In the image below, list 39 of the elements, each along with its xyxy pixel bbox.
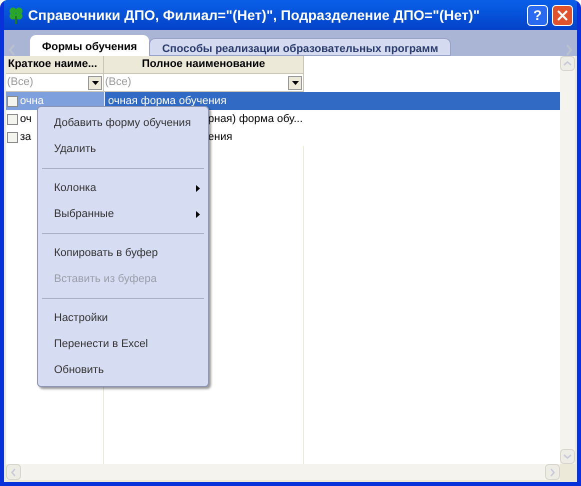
right-chevron-icon bbox=[550, 468, 555, 476]
table-cell-text: очная форма обучения bbox=[108, 94, 227, 109]
close-button[interactable] bbox=[552, 4, 573, 26]
scroll-up-button[interactable] bbox=[560, 56, 575, 71]
scroll-right-button[interactable] bbox=[545, 464, 560, 480]
table-cell-text: оч bbox=[20, 112, 32, 127]
table-cell-text: очна bbox=[20, 94, 44, 109]
vertical-scrollbar[interactable] bbox=[560, 56, 575, 464]
horizontal-scrollbar[interactable] bbox=[6, 464, 560, 480]
table-cell-text: за bbox=[20, 130, 32, 145]
menu-item[interactable]: Колонка bbox=[40, 175, 206, 201]
table-cell-text: ения bbox=[208, 130, 232, 145]
tab[interactable]: Формы обучения bbox=[30, 35, 150, 56]
dropdown-arrow-icon bbox=[292, 80, 298, 84]
window-title: Справочники ДПО, Филиал="(Нет)", Подразделение ДПО="(Нет)" bbox=[28, 6, 481, 25]
menu-item[interactable]: Перенести в Excel bbox=[40, 331, 206, 357]
menu-item[interactable]: Добавить форму обучения bbox=[40, 110, 206, 136]
column-header[interactable]: Краткое наиме... bbox=[6, 56, 104, 74]
menu-item[interactable]: Выбранные bbox=[40, 201, 206, 227]
close-icon bbox=[557, 10, 568, 20]
column-header[interactable]: Полное наименование bbox=[104, 56, 304, 74]
scroll-down-button[interactable] bbox=[560, 449, 575, 464]
clover-icon bbox=[8, 6, 24, 24]
left-chevron-icon bbox=[11, 468, 16, 476]
scroll-left-button[interactable] bbox=[6, 464, 21, 480]
left-chevron-icon bbox=[8, 44, 16, 56]
menu-item[interactable]: Копировать в буфер bbox=[40, 240, 206, 266]
row-checkbox[interactable] bbox=[7, 96, 18, 106]
menu-item[interactable]: Обновить bbox=[40, 357, 206, 383]
menu-item[interactable]: Настройки bbox=[40, 305, 206, 331]
right-chevron-icon bbox=[565, 44, 573, 56]
up-chevron-icon bbox=[563, 61, 572, 66]
help-button[interactable]: ? bbox=[527, 4, 548, 26]
tab[interactable]: Способы реализации образовательных программ bbox=[149, 38, 452, 56]
menu-item[interactable]: Удалить bbox=[40, 136, 206, 162]
row-checkbox[interactable] bbox=[7, 114, 18, 124]
row-checkbox[interactable] bbox=[7, 132, 18, 142]
down-chevron-icon bbox=[563, 454, 572, 459]
dropdown-arrow-icon bbox=[92, 80, 98, 84]
